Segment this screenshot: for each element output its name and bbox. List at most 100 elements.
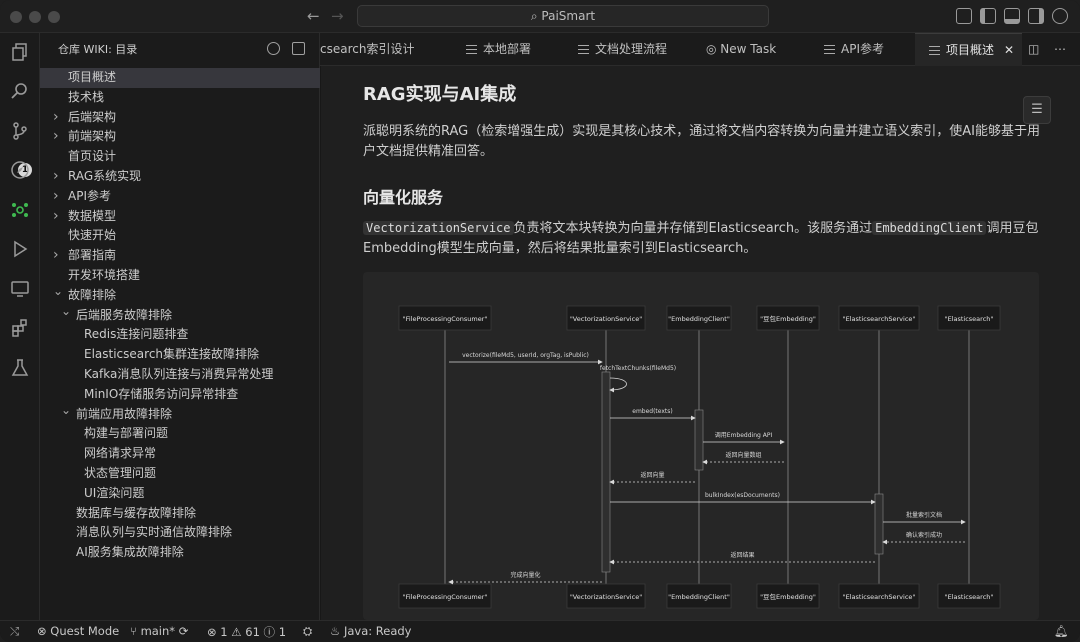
sidebar-item[interactable]: › RAG系统实现: [40, 167, 320, 187]
doc-paragraph-vectorization: VectorizationService 负责将文本块转换为向量并存储到Elast…: [363, 221, 1039, 256]
message-arrow: [609, 377, 627, 393]
sidebar-item[interactable]: 消息队列与实时通信故障排除: [40, 523, 320, 543]
problems-item[interactable]: ⊗ 1 ⚠ 61 ⓘ 1: [207, 624, 286, 640]
more-actions-icon[interactable]: ⋯: [1054, 33, 1074, 66]
sidebar-item[interactable]: Kafka消息队列连接与消费异常处理: [40, 365, 320, 385]
document-icon: [929, 46, 940, 55]
chevron-down-icon[interactable]: ⌄: [53, 282, 63, 302]
sidebar-item-label: 开发环境搭建: [68, 267, 141, 282]
maximize-window-button[interactable]: [48, 11, 60, 23]
search-icon[interactable]: [9, 80, 31, 102]
outline-toggle-button[interactable]: ☰: [1023, 96, 1051, 124]
refresh-icon[interactable]: [267, 42, 280, 55]
tab[interactable]: ◎ New Task: [692, 33, 800, 66]
sync-icon: ⟳: [178, 624, 189, 638]
document-icon: [466, 45, 477, 54]
sidebar-item-label: AI服务集成故障排除: [76, 545, 184, 560]
account-icon[interactable]: [1052, 8, 1068, 24]
toggle-sidebar-icon[interactable]: [980, 8, 996, 24]
close-icon[interactable]: ✕: [1004, 43, 1014, 57]
remote-icon[interactable]: ⤭: [10, 624, 19, 639]
forward-arrow-icon[interactable]: →: [331, 7, 344, 25]
sidebar-item-label: Elasticsearch集群连接故障排除: [84, 347, 260, 362]
sidebar-item[interactable]: Elasticsearch集群连接故障排除: [40, 345, 320, 365]
compass-icon[interactable]: [9, 159, 31, 181]
doc-subheading: 向量化服务: [363, 188, 444, 207]
sidebar-item[interactable]: 快速开始: [40, 226, 320, 246]
search-icon: ⌕: [530, 9, 542, 23]
message-label: 调用Embedding API: [715, 431, 773, 439]
sidebar-item[interactable]: 网络请求异常: [40, 444, 320, 464]
tab[interactable]: 项目概述 ✕: [915, 33, 1022, 66]
collapse-all-icon[interactable]: [292, 42, 305, 55]
sidebar-item[interactable]: 构建与部署问题: [40, 424, 320, 444]
extensions-icon[interactable]: [9, 317, 31, 339]
sidebar-item-label: 消息队列与实时通信故障排除: [76, 525, 233, 540]
sidebar-item[interactable]: Redis连接问题排查: [40, 325, 320, 345]
sidebar-item[interactable]: AI服务集成故障排除: [40, 543, 320, 563]
chevron-right-icon[interactable]: ›: [53, 246, 59, 266]
chevron-right-icon[interactable]: ›: [53, 127, 59, 147]
sidebar-item[interactable]: 开发环境搭建: [40, 266, 320, 286]
source-control-icon[interactable]: [9, 120, 31, 142]
notifications-icon[interactable]: 🔔︎: [1054, 624, 1069, 638]
sidebar-item-label: 网络请求异常: [84, 446, 157, 461]
sidebar-item[interactable]: ⌄ 后端服务故障排除: [40, 304, 320, 326]
branch-icon: ⑂: [130, 624, 141, 638]
ports-icon[interactable]: ⛭: [303, 624, 312, 639]
message-label: 确认索引成功: [906, 531, 942, 539]
command-center-search[interactable]: ⌕ PaiSmart: [357, 5, 769, 27]
sidebar-item[interactable]: 数据库与缓存故障排除: [40, 504, 320, 524]
tab[interactable]: csearch索引设计: [320, 33, 428, 66]
sidebar-item[interactable]: 状态管理问题: [40, 464, 320, 484]
chevron-down-icon[interactable]: ⌄: [61, 302, 71, 322]
wiki-icon[interactable]: [9, 199, 31, 221]
run-debug-icon[interactable]: [9, 238, 31, 260]
ide-window: ← → ⌕ PaiSmart 1 仓库 WIKI: 目录 项目概述 技术栈 › …: [0, 0, 1080, 642]
sidebar-item[interactable]: MinIO存储服务访问异常排查: [40, 385, 320, 405]
close-window-button[interactable]: [10, 11, 22, 23]
sidebar-item-label: API参考: [68, 188, 111, 203]
tab[interactable]: 文档处理流程: [564, 33, 692, 66]
title-bar: ← → ⌕ PaiSmart: [0, 0, 1080, 33]
java-status[interactable]: ♨ Java: Ready: [330, 624, 412, 638]
customize-layout-icon[interactable]: [956, 8, 972, 24]
sidebar-item[interactable]: › 部署指南: [40, 246, 320, 266]
split-editor-icon[interactable]: ◫: [1028, 33, 1048, 66]
sidebar-item-label: 状态管理问题: [84, 465, 157, 480]
branch-item[interactable]: ⑂ main* ⟳: [130, 624, 188, 638]
sidebar-item[interactable]: ⌄ 故障排除: [40, 284, 320, 306]
activation-bar: [874, 493, 884, 555]
tab[interactable]: 本地部署: [452, 33, 560, 66]
back-arrow-icon[interactable]: ←: [307, 7, 320, 25]
tab-label: 本地部署: [483, 42, 532, 56]
sidebar-item[interactable]: › 数据模型: [40, 207, 320, 227]
chevron-right-icon[interactable]: ›: [53, 108, 59, 128]
wiki-sidebar: 仓库 WIKI: 目录 项目概述 技术栈 › 后端架构 › 前端架构 首页设计 › RAG系统实…: [40, 33, 320, 620]
sidebar-item[interactable]: 首页设计: [40, 147, 320, 167]
chevron-right-icon[interactable]: ›: [53, 187, 59, 207]
toggle-secondary-sidebar-icon[interactable]: [1028, 8, 1044, 24]
compass-icon: ◎: [706, 42, 721, 56]
chevron-right-icon[interactable]: ›: [53, 167, 59, 187]
explorer-icon[interactable]: [9, 41, 31, 63]
sidebar-item-label: 后端服务故障排除: [76, 307, 173, 322]
sidebar-item[interactable]: 项目概述: [40, 68, 320, 88]
sidebar-item[interactable]: ⌄ 前端应用故障排除: [40, 403, 320, 425]
warning-icon: ⚠: [231, 625, 246, 639]
remote-explorer-icon[interactable]: [9, 278, 31, 300]
message-label: bulkIndex(esDocuments): [705, 492, 780, 499]
quest-mode-item[interactable]: ⊗ Quest Mode: [37, 624, 119, 638]
sidebar-item[interactable]: UI渲染问题: [40, 484, 320, 504]
sidebar-item-label: Kafka消息队列连接与消费异常处理: [84, 366, 274, 381]
chevron-right-icon[interactable]: ›: [53, 207, 59, 227]
sidebar-item[interactable]: › 后端架构: [40, 108, 320, 128]
sidebar-item[interactable]: › 前端架构: [40, 127, 320, 147]
sidebar-item[interactable]: 技术栈: [40, 88, 320, 108]
sidebar-item[interactable]: › API参考: [40, 187, 320, 207]
chevron-down-icon[interactable]: ⌄: [61, 401, 71, 421]
toggle-panel-icon[interactable]: [1004, 8, 1020, 24]
tab[interactable]: API参考: [810, 33, 910, 66]
minimize-window-button[interactable]: [29, 11, 41, 23]
testing-icon[interactable]: [9, 357, 31, 379]
